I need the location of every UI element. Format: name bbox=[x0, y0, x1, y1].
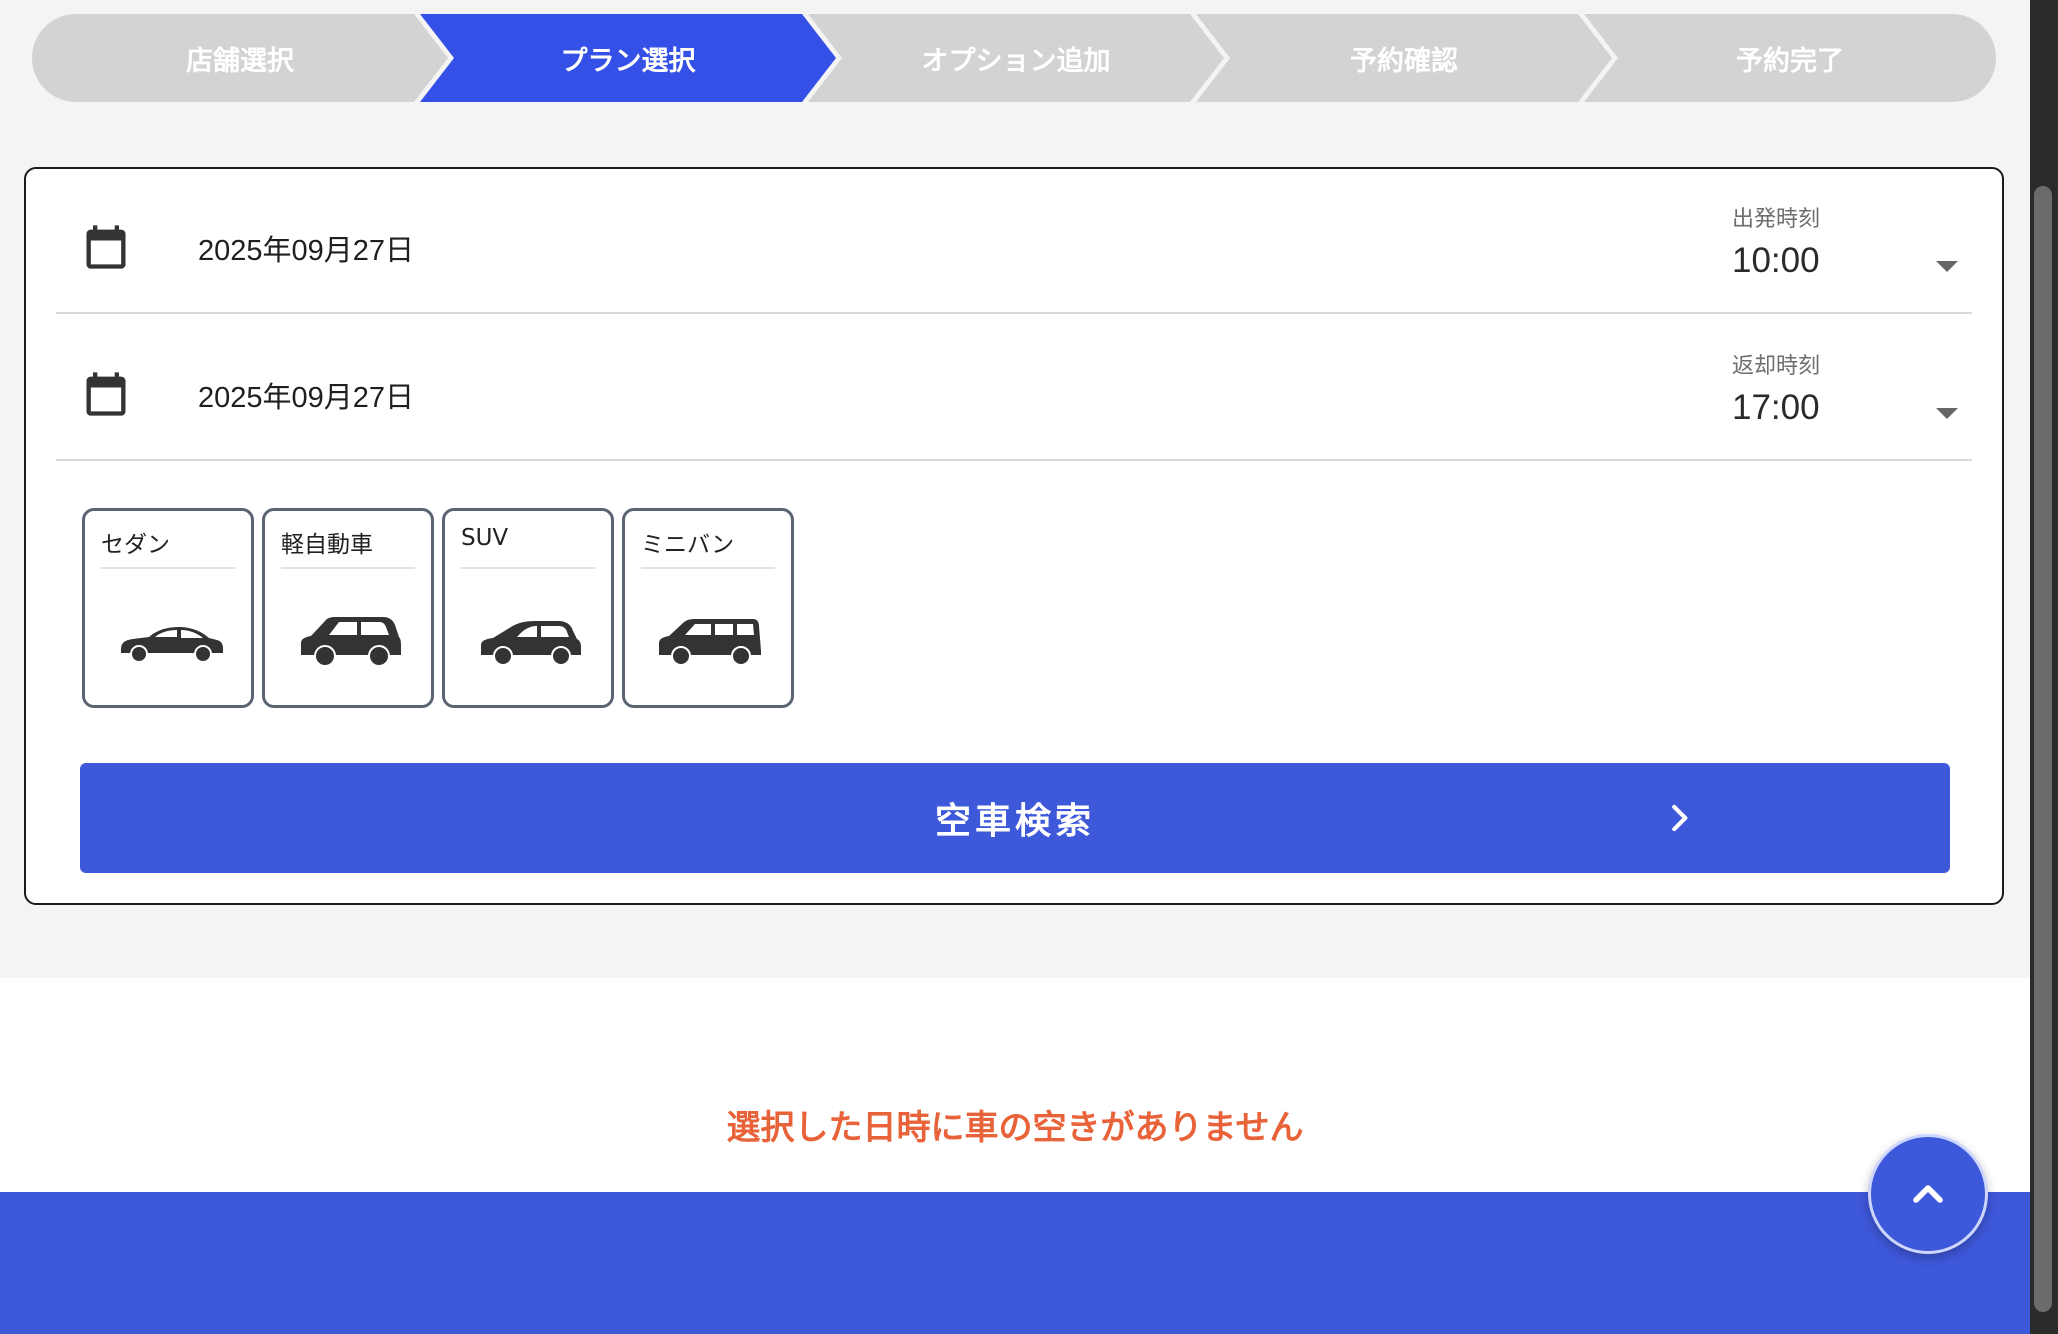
suv-car-icon bbox=[481, 621, 581, 666]
calendar-icon[interactable] bbox=[80, 221, 132, 273]
car-type-label: ミニバン bbox=[641, 532, 735, 558]
departure-time-label: 出発時刻 bbox=[1732, 207, 1821, 232]
kei-car-icon bbox=[301, 617, 401, 667]
return-time-label: 返却時刻 bbox=[1732, 354, 1821, 379]
search-panel-area: 店舗選択 プラン選択 オプション追加 予約確認 予約完了 2025年09月27日 bbox=[0, 0, 2030, 978]
car-type-label: セダン bbox=[101, 532, 170, 558]
minivan-car-icon bbox=[659, 619, 761, 666]
step-add-options: オプション追加 bbox=[808, 14, 1224, 102]
dropdown-arrow-icon[interactable] bbox=[1936, 408, 1958, 419]
departure-time-select[interactable]: 10:00 bbox=[1732, 241, 1820, 281]
car-type-label: 軽自動車 bbox=[281, 532, 373, 558]
divider bbox=[641, 567, 775, 569]
departure-row: 2025年09月27日 出発時刻 10:00 bbox=[56, 169, 1972, 314]
car-type-kei[interactable]: 軽自動車 bbox=[262, 508, 434, 708]
scroll-to-top-button[interactable] bbox=[1868, 1134, 1988, 1254]
step-label: 店舗選択 bbox=[186, 45, 294, 77]
sedan-car-icon bbox=[121, 627, 223, 663]
return-row: 2025年09月27日 返却時刻 17:00 bbox=[56, 316, 1972, 461]
return-time-select[interactable]: 17:00 bbox=[1732, 388, 1820, 428]
chevron-right-icon bbox=[1672, 804, 1688, 832]
car-type-label: SUV bbox=[461, 525, 509, 551]
departure-date[interactable]: 2025年09月27日 bbox=[198, 227, 414, 269]
footer-band bbox=[0, 1192, 2030, 1334]
car-type-sedan[interactable]: セダン bbox=[82, 508, 254, 708]
car-type-suv[interactable]: SUV bbox=[442, 508, 614, 708]
return-date[interactable]: 2025年09月27日 bbox=[198, 374, 414, 416]
step-confirm-reservation: 予約確認 bbox=[1196, 14, 1612, 102]
chevron-up-icon bbox=[1913, 1185, 1943, 1203]
search-button-label: 空車検索 bbox=[934, 801, 1095, 842]
search-card: 2025年09月27日 出発時刻 10:00 2025年09月27日 返却時刻 … bbox=[24, 167, 2004, 905]
divider bbox=[281, 567, 415, 569]
step-label: 予約確認 bbox=[1350, 45, 1458, 77]
search-available-cars-button[interactable]: 空車検索 bbox=[80, 763, 1950, 873]
car-type-minivan[interactable]: ミニバン bbox=[622, 508, 794, 708]
page: 店舗選択 プラン選択 オプション追加 予約確認 予約完了 2025年09月27日 bbox=[0, 0, 2030, 1334]
dropdown-arrow-icon[interactable] bbox=[1936, 261, 1958, 272]
divider bbox=[101, 567, 235, 569]
scrollbar-thumb[interactable] bbox=[2034, 186, 2052, 1312]
step-store-selection: 店舗選択 bbox=[32, 14, 448, 102]
progress-stepper: 店舗選択 プラン選択 オプション追加 予約確認 予約完了 bbox=[32, 14, 1996, 102]
divider bbox=[461, 567, 595, 569]
step-label: 予約完了 bbox=[1736, 45, 1844, 77]
no-availability-message: 選択した日時に車の空きがありません bbox=[726, 1108, 1304, 1148]
step-reservation-complete: 予約完了 bbox=[1584, 14, 1996, 102]
step-plan-selection: プラン選択 bbox=[420, 14, 836, 102]
step-label: オプション追加 bbox=[921, 45, 1111, 77]
calendar-icon[interactable] bbox=[80, 368, 132, 420]
step-label: プラン選択 bbox=[560, 45, 696, 77]
